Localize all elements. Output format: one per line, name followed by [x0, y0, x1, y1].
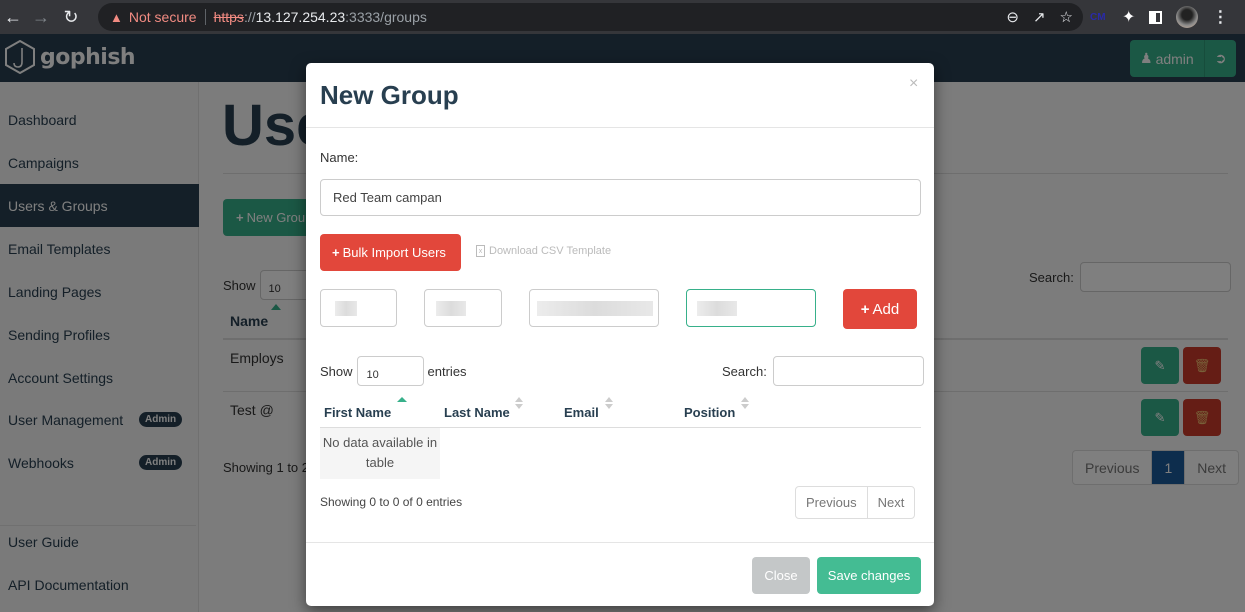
first-name-input[interactable]	[320, 289, 397, 327]
redacted-value	[537, 301, 653, 316]
email-input[interactable]	[529, 289, 659, 327]
redacted-value	[335, 301, 357, 316]
omnibox-divider	[204, 9, 206, 25]
share-icon[interactable]: ↗	[1033, 8, 1046, 26]
previous-page-button[interactable]: Previous	[796, 487, 867, 518]
column-header-position[interactable]: Position	[684, 405, 735, 420]
users-length-control: Show 10 entries	[320, 356, 467, 386]
browser-toolbar: ← → ↻ ▲ Not secure https :// 13.127.254.…	[0, 0, 1245, 34]
back-icon[interactable]: ←	[0, 2, 26, 32]
users-page-size-select[interactable]: 10	[356, 356, 424, 386]
url-slashes: ://	[243, 9, 256, 25]
entries-label: entries	[427, 363, 467, 379]
modal-title: New Group	[320, 80, 459, 110]
sort-both-icon	[741, 397, 749, 411]
modal-footer-divider	[306, 542, 934, 543]
download-csv-label: Download CSV Template	[489, 245, 612, 257]
search-label: Search:	[722, 363, 767, 379]
add-user-button[interactable]: + Add	[843, 289, 917, 329]
show-label: Show	[320, 363, 353, 379]
forward-icon[interactable]: →	[26, 2, 56, 32]
group-name-value: Red Team campan	[333, 190, 442, 205]
save-changes-button[interactable]: Save changes	[817, 557, 921, 594]
redacted-value	[436, 301, 466, 316]
download-csv-template-link[interactable]: x Download CSV Template	[476, 245, 611, 257]
warning-icon: ▲	[110, 9, 123, 25]
plus-icon: +	[860, 300, 870, 318]
zoom-out-icon[interactable]: ⊖	[1006, 8, 1019, 26]
url-path: :3333/groups	[345, 9, 427, 25]
bulk-import-label: Bulk Import Users	[342, 245, 446, 260]
sort-asc-icon	[397, 397, 407, 402]
users-showing-info: Showing 0 to 0 of 0 entries	[320, 495, 463, 509]
sort-both-icon	[605, 397, 613, 411]
add-label: Add	[872, 300, 900, 318]
url-scheme: https	[213, 9, 244, 25]
security-status[interactable]: Not secure	[129, 9, 197, 25]
url-host: 13.127.254.23	[255, 9, 346, 25]
profile-avatar[interactable]	[1176, 6, 1199, 28]
reload-icon[interactable]: ↻	[56, 2, 86, 32]
side-panel-icon[interactable]	[1149, 10, 1163, 24]
name-label: Name:	[320, 150, 359, 165]
group-name-input[interactable]: Red Team campan	[320, 179, 921, 216]
close-icon[interactable]: ×	[909, 75, 918, 93]
file-excel-icon: x	[476, 245, 485, 257]
users-search-input[interactable]	[772, 356, 924, 386]
position-input[interactable]	[686, 289, 816, 327]
column-header-email[interactable]: Email	[564, 405, 599, 420]
next-page-button[interactable]: Next	[866, 487, 915, 518]
extension-cm-icon[interactable]: CM	[1090, 12, 1108, 22]
plus-icon: +	[332, 245, 340, 260]
puzzle-icon[interactable]: ✦	[1122, 7, 1135, 27]
close-button[interactable]: Close	[752, 557, 810, 594]
users-search: Search:	[722, 356, 924, 386]
address-bar[interactable]: ▲ Not secure https :// 13.127.254.23 :33…	[98, 3, 1083, 31]
modal-header-divider	[306, 127, 934, 128]
star-icon[interactable]: ☆	[1060, 8, 1073, 26]
redacted-value	[697, 301, 737, 316]
column-header-first-name[interactable]: First Name	[324, 405, 391, 420]
kebab-menu-icon[interactable]: ⋮	[1212, 7, 1228, 27]
new-group-modal: New Group × Name: Red Team campan + Bulk…	[306, 63, 934, 606]
bulk-import-users-button[interactable]: + Bulk Import Users	[320, 234, 461, 271]
last-name-input[interactable]	[424, 289, 502, 327]
column-header-last-name[interactable]: Last Name	[444, 405, 510, 420]
users-pagination: Previous Next	[795, 486, 916, 519]
sort-both-icon	[515, 397, 523, 411]
empty-table-message: No data available in table	[320, 428, 440, 479]
